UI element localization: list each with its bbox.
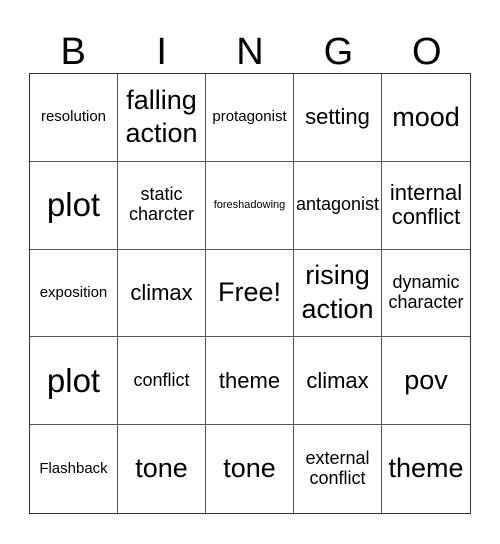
bingo-cell[interactable]: dynamic character: [382, 250, 470, 338]
bingo-cell[interactable]: static charcter: [118, 161, 206, 250]
bingo-header: B I N G O: [29, 30, 471, 74]
header-letter-n: N: [236, 31, 264, 73]
bingo-cell[interactable]: climax: [294, 337, 382, 426]
bingo-cell[interactable]: antagonist: [294, 161, 382, 250]
bingo-cell[interactable]: pov: [382, 337, 470, 426]
bingo-cell[interactable]: resolution: [30, 74, 118, 162]
bingo-cell[interactable]: mood: [382, 74, 470, 162]
bingo-cell[interactable]: setting: [294, 74, 382, 162]
bingo-cell[interactable]: external conflict: [294, 425, 382, 513]
bingo-cell[interactable]: plot: [30, 161, 118, 250]
bingo-cell[interactable]: internal conflict: [382, 162, 470, 250]
bingo-cell[interactable]: exposition: [30, 249, 118, 338]
bingo-cell[interactable]: protagonist: [206, 74, 294, 162]
bingo-cell[interactable]: climax: [118, 249, 206, 338]
bingo-cell[interactable]: foreshadowing: [206, 161, 294, 250]
bingo-cell[interactable]: theme: [382, 425, 470, 513]
bingo-cell[interactable]: tone: [118, 425, 206, 513]
bingo-cell[interactable]: Flashback: [30, 425, 118, 513]
bingo-cell[interactable]: rising action: [294, 249, 382, 338]
header-letter-o: O: [412, 31, 442, 73]
bingo-board: resolution falling action protagonist se…: [29, 73, 471, 514]
free-space-cell[interactable]: Free!: [206, 249, 294, 338]
bingo-cell[interactable]: falling action: [118, 74, 206, 162]
bingo-cell[interactable]: tone: [206, 425, 294, 513]
bingo-cell[interactable]: conflict: [118, 337, 206, 426]
bingo-cell[interactable]: theme: [206, 337, 294, 426]
bingo-cell[interactable]: plot: [30, 337, 118, 426]
header-letter-i: I: [156, 31, 167, 73]
header-letter-g: G: [323, 31, 354, 73]
header-letter-b: B: [60, 31, 86, 73]
